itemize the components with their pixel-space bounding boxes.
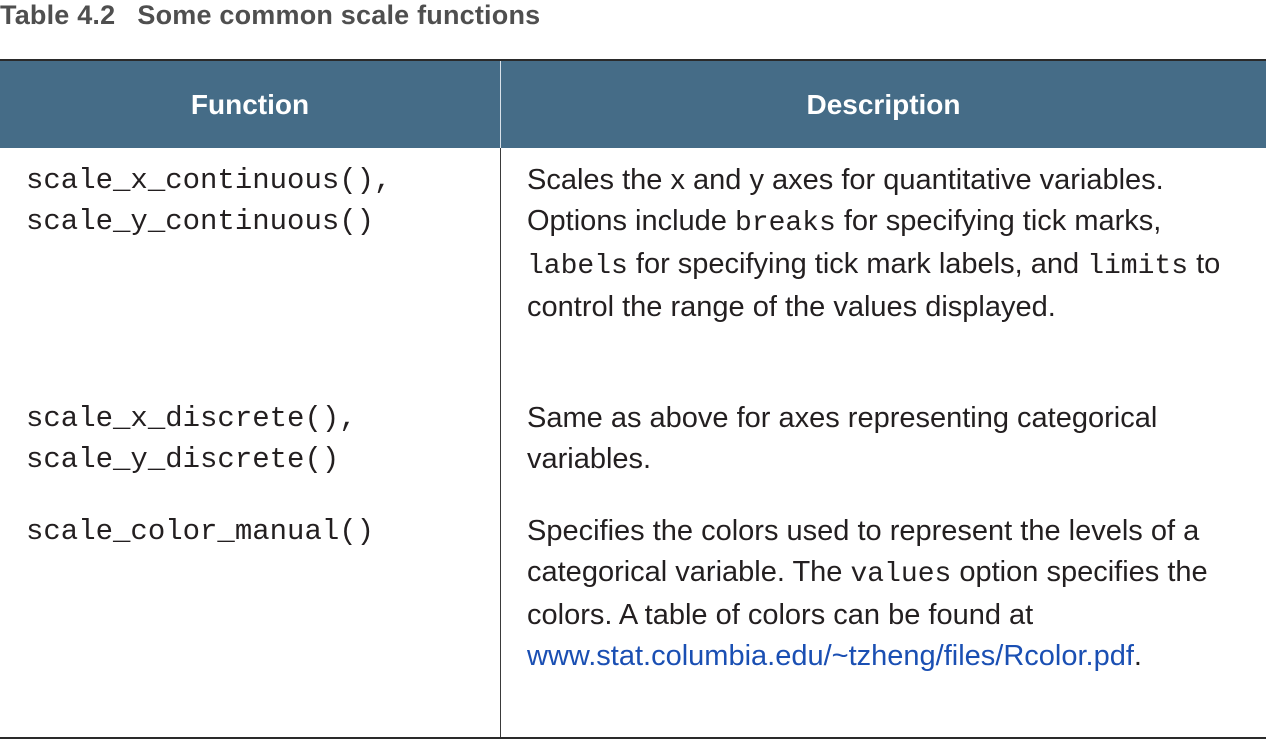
header-description: Description: [806, 88, 961, 120]
function-name: scale_y_continuous(): [26, 205, 375, 238]
code-breaks: breaks: [734, 208, 836, 239]
code-limits: limits: [1087, 251, 1189, 282]
function-name: scale_x_continuous(),: [26, 164, 392, 197]
table-header: Function Description: [0, 59, 1266, 148]
header-function: Function: [0, 61, 501, 148]
description-text: for specifying tick mark labels, and: [627, 248, 1088, 280]
description-cell: Same as above for axes representing cate…: [527, 398, 1257, 480]
function-cell: scale_x_discrete(), scale_y_discrete(): [26, 398, 357, 480]
description-text: for specifying tick marks,: [835, 205, 1162, 237]
function-cell: scale_color_manual(): [26, 511, 374, 552]
description-cell: Scales the x and y axes for quantitative…: [527, 160, 1257, 328]
code-values: values: [850, 559, 952, 590]
rcolor-link[interactable]: www.stat.columbia.edu/~tzheng/files/Rcol…: [527, 640, 1134, 672]
function-name: scale_x_discrete(),: [26, 402, 357, 435]
table-title: Some common scale functions: [137, 0, 541, 30]
function-cell: scale_x_continuous(), scale_y_continuous(…: [26, 160, 391, 242]
table-caption: Table 4.2 Some common scale functions: [0, 0, 540, 30]
table-number: Table 4.2: [0, 0, 116, 30]
code-labels: labels: [527, 251, 628, 282]
description-text: Same as above for axes representing cate…: [527, 402, 1158, 475]
function-name: scale_color_manual(): [26, 515, 375, 548]
description-text: .: [1133, 640, 1142, 672]
description-cell: Specifies the colors used to represent t…: [527, 511, 1257, 677]
function-name: scale_y_discrete(): [26, 443, 340, 476]
column-divider: [500, 148, 501, 738]
